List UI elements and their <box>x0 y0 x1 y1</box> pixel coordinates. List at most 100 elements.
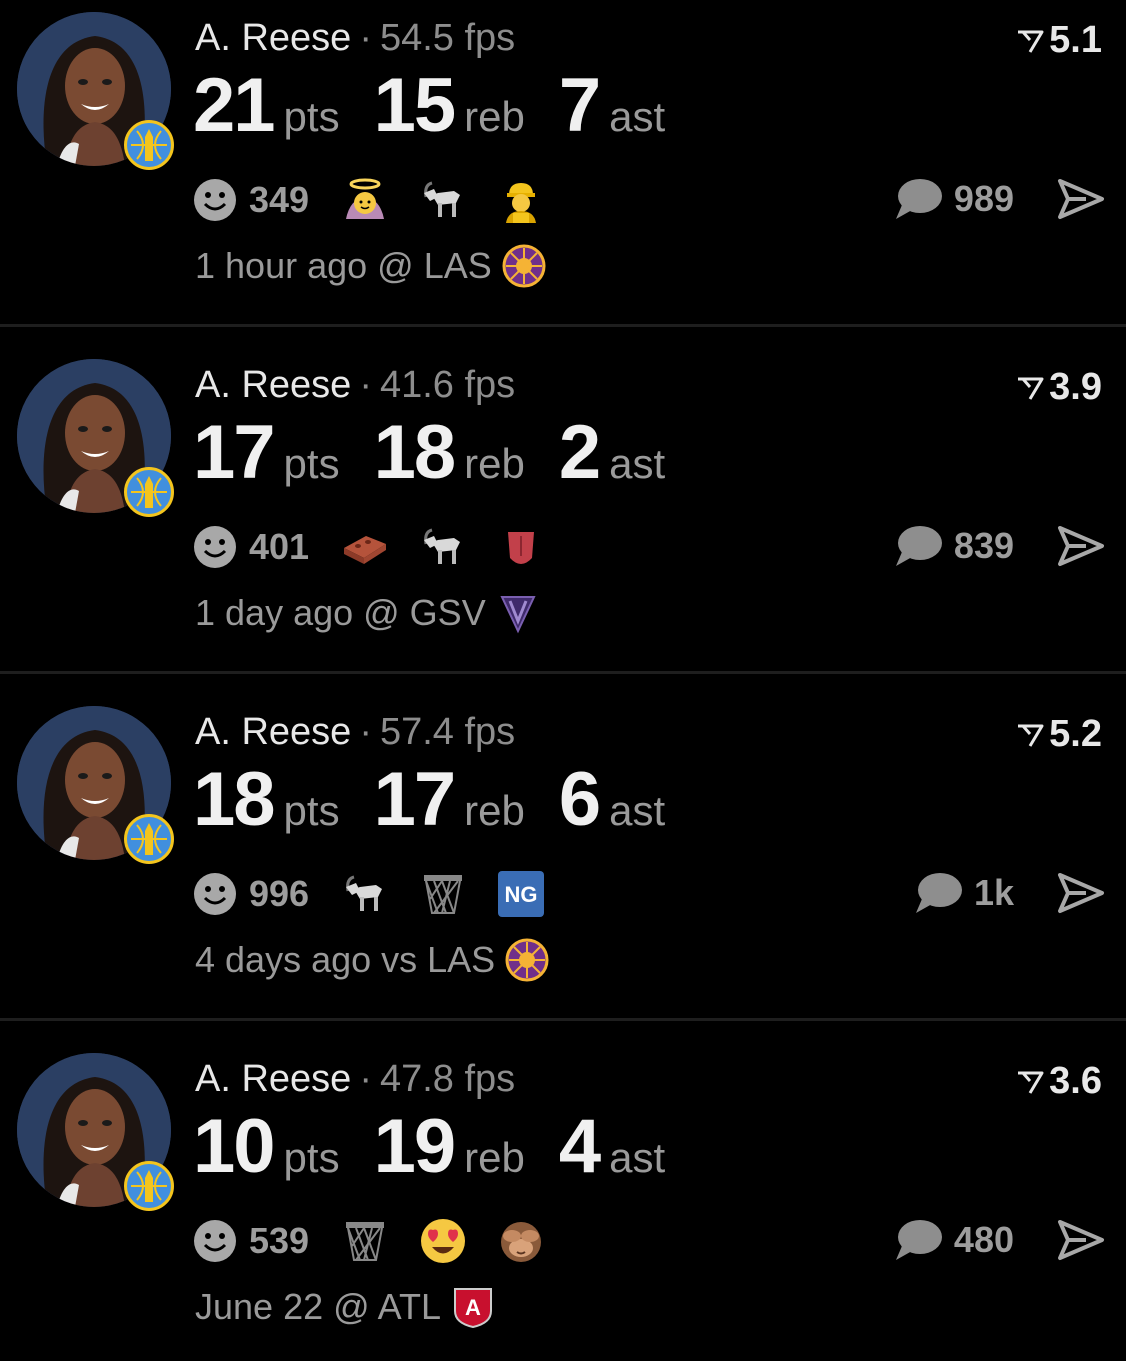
ng-badge-label: NG <box>505 882 538 907</box>
basketball-net-emoji[interactable] <box>417 868 469 920</box>
rebounds-unit: reb <box>464 787 525 834</box>
game-feed: A. Reese · 54.5 fps 5.1 21 pts 15 reb 7 ast 3… <box>0 0 1126 1336</box>
smiley-reaction-icon[interactable] <box>193 178 237 222</box>
reaction-count: 401 <box>249 526 310 567</box>
comment-share-group: 1k <box>914 866 1106 920</box>
construction-worker-emoji[interactable] <box>495 174 547 226</box>
post-header: A. Reese · 57.4 fps <box>195 708 515 756</box>
tongue-emoji[interactable] <box>495 521 547 573</box>
assists-unit: ast <box>609 93 666 140</box>
comment-bubble-icon[interactable] <box>894 1218 944 1262</box>
assists-value: 7 <box>558 63 601 148</box>
share-send-icon[interactable] <box>1056 524 1106 568</box>
smiley-reaction-icon[interactable] <box>193 872 237 916</box>
fantasy-points: 54.5 fps <box>379 17 516 59</box>
stat-line: 10 pts 19 reb 4 ast <box>193 1103 699 1203</box>
points-unit: pts <box>283 787 340 834</box>
game-time-label: 4 days ago vs LAS <box>195 939 496 980</box>
game-time-opponent[interactable]: 4 days ago vs LAS <box>195 938 549 982</box>
rating-flag-icon <box>1018 724 1044 747</box>
las-logo-icon <box>502 244 546 288</box>
rating-value: 5.1 <box>1049 19 1102 61</box>
rebounds-unit: reb <box>464 1134 525 1181</box>
rating-score[interactable]: 3.9 <box>1015 363 1102 411</box>
reaction-count: 539 <box>249 1220 310 1261</box>
assists-value: 6 <box>558 757 601 842</box>
comment-share-group: 989 <box>894 172 1106 226</box>
rebounds-value: 19 <box>373 1104 457 1189</box>
comment-count[interactable]: 480 <box>954 1219 1014 1261</box>
angel-face-emoji[interactable] <box>339 174 391 226</box>
rebounds-unit: reb <box>464 440 525 487</box>
game-post-card[interactable]: A. Reese · 54.5 fps 5.1 21 pts 15 reb 7 ast 3… <box>0 0 1126 320</box>
comment-count[interactable]: 839 <box>954 525 1014 567</box>
player-name[interactable]: A. Reese <box>195 711 351 753</box>
see-no-evil-monkey-emoji[interactable] <box>495 1215 547 1267</box>
reaction-count: 349 <box>249 179 310 220</box>
points-value: 18 <box>193 757 276 842</box>
points-value: 10 <box>193 1104 276 1189</box>
game-time-opponent[interactable]: June 22 @ ATL A <box>195 1285 495 1329</box>
rating-value: 3.6 <box>1049 1060 1102 1102</box>
separator-dot: · <box>359 1058 372 1100</box>
game-post-card[interactable]: A. Reese · 41.6 fps 3.9 17 pts 18 reb 2 ast 4… <box>0 347 1126 667</box>
comment-bubble-icon[interactable] <box>894 524 944 568</box>
assists-unit: ast <box>609 787 666 834</box>
player-name[interactable]: A. Reese <box>195 1058 351 1100</box>
points-unit: pts <box>283 1134 340 1181</box>
goat-emoji[interactable] <box>417 521 469 573</box>
share-send-icon[interactable] <box>1056 871 1106 915</box>
separator-dot: · <box>359 711 372 753</box>
comment-bubble-icon[interactable] <box>894 177 944 221</box>
rating-flag-icon <box>1018 377 1044 400</box>
game-post-card[interactable]: A. Reese · 57.4 fps 5.2 18 pts 17 reb 6 ast 9… <box>0 694 1126 1014</box>
reaction-count: 996 <box>249 873 310 914</box>
rating-flag-icon <box>1018 30 1044 53</box>
comment-count[interactable]: 989 <box>954 178 1014 220</box>
team-badge-icon <box>124 120 174 170</box>
game-time-opponent[interactable]: 1 day ago @ GSV <box>195 591 540 635</box>
atl-logo-label: A <box>465 1295 481 1320</box>
rating-score[interactable]: 5.2 <box>1015 710 1102 758</box>
heart-eyes-emoji[interactable] <box>417 1215 469 1267</box>
player-name[interactable]: A. Reese <box>195 17 351 59</box>
rating-value: 5.2 <box>1049 713 1102 755</box>
smiley-reaction-icon[interactable] <box>193 1219 237 1263</box>
game-post-card[interactable]: A. Reese · 47.8 fps 3.6 10 pts 19 reb 4 ast 5… <box>0 1041 1126 1361</box>
points-unit: pts <box>283 93 340 140</box>
assists-value: 2 <box>558 410 601 495</box>
separator-dot: · <box>359 17 372 59</box>
assists-unit: ast <box>609 1134 666 1181</box>
team-badge-icon <box>124 814 174 864</box>
goat-emoji[interactable] <box>417 174 469 226</box>
share-send-icon[interactable] <box>1056 177 1106 221</box>
rating-score[interactable]: 5.1 <box>1015 16 1102 64</box>
share-send-icon[interactable] <box>1056 1218 1106 1262</box>
team-badge-icon <box>124 1161 174 1211</box>
brick-emoji[interactable] <box>339 521 391 573</box>
comment-share-group: 480 <box>894 1213 1106 1267</box>
rating-value: 3.9 <box>1049 366 1102 408</box>
post-divider <box>0 1018 1126 1021</box>
goat-emoji[interactable] <box>339 868 391 920</box>
rating-flag-icon <box>1018 1071 1044 1094</box>
rebounds-value: 18 <box>373 410 457 495</box>
stat-line: 17 pts 18 reb 2 ast <box>193 409 699 509</box>
reaction-bar: 401 <box>193 521 573 573</box>
comment-bubble-icon[interactable] <box>914 871 964 915</box>
player-name[interactable]: A. Reese <box>195 364 351 406</box>
rating-score[interactable]: 3.6 <box>1015 1057 1102 1105</box>
gsv-logo-icon <box>500 596 536 634</box>
reaction-bar: 996 NG <box>193 868 573 920</box>
separator-dot: · <box>359 364 372 406</box>
post-header: A. Reese · 54.5 fps <box>195 14 515 62</box>
ng-badge-emoji[interactable]: NG <box>495 868 547 920</box>
comment-count[interactable]: 1k <box>974 872 1014 914</box>
game-time-opponent[interactable]: 1 hour ago @ LAS <box>195 244 546 288</box>
smiley-reaction-icon[interactable] <box>193 525 237 569</box>
assists-value: 4 <box>558 1104 601 1189</box>
stat-line: 18 pts 17 reb 6 ast <box>193 756 699 856</box>
atl-logo-icon: A <box>454 1288 493 1329</box>
rebounds-unit: reb <box>464 93 525 140</box>
basketball-net-emoji[interactable] <box>339 1215 391 1267</box>
